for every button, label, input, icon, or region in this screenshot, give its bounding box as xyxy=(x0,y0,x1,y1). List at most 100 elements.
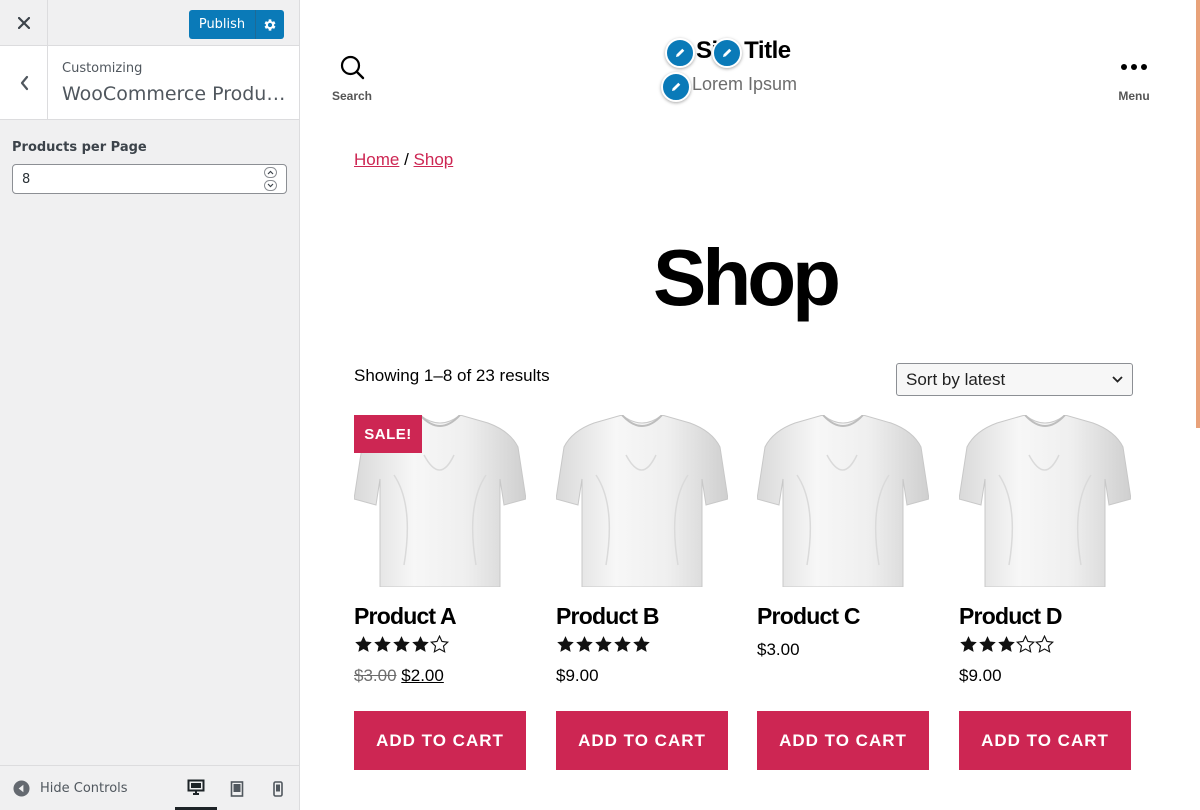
desktop-icon xyxy=(187,779,205,795)
star-rating xyxy=(959,635,1054,657)
pencil-icon xyxy=(676,48,685,57)
orderby-select[interactable]: Sort by latest xyxy=(896,363,1133,396)
section-title: WooCommerce Product Catalog xyxy=(62,83,292,105)
breadcrumb-separator: / xyxy=(399,150,414,169)
star-empty-icon xyxy=(1035,635,1054,653)
menu-label: Menu xyxy=(1118,89,1150,103)
star-empty-icon xyxy=(430,635,449,653)
add-to-cart-button[interactable]: ADD TO CART xyxy=(556,711,728,770)
close-customizer-button[interactable] xyxy=(0,0,48,45)
product-price: $9.00 xyxy=(959,666,1002,686)
star-filled-icon xyxy=(374,636,391,652)
add-to-cart-button[interactable]: ADD TO CART xyxy=(354,711,526,770)
customizer-header: Publish xyxy=(0,0,299,46)
search-toggle[interactable]: Search xyxy=(330,55,374,103)
product-card: Product C $3.00 ADD TO CART xyxy=(757,415,929,770)
edit-site-title-shortcut-2[interactable] xyxy=(712,38,742,68)
product-title[interactable]: Product B xyxy=(556,603,660,630)
breadcrumb-shop[interactable]: Shop xyxy=(414,150,454,169)
publish-group: Publish xyxy=(189,10,284,39)
close-icon xyxy=(17,16,30,29)
site-preview: Search Site Title Lorem Ipsum Menu Home … xyxy=(300,0,1200,810)
device-mobile-button[interactable] xyxy=(257,766,299,810)
products-per-page-input[interactable] xyxy=(12,164,287,194)
edit-site-title-shortcut[interactable] xyxy=(665,38,695,68)
menu-toggle[interactable]: Menu xyxy=(1112,55,1156,103)
product-image[interactable] xyxy=(757,415,929,587)
preview-scrollbar[interactable] xyxy=(1196,0,1200,428)
star-filled-icon xyxy=(614,636,631,652)
regular-price: $3.00 xyxy=(354,666,397,685)
section-header: Customizing WooCommerce Product Catalog xyxy=(0,46,299,120)
back-button[interactable] xyxy=(0,46,48,119)
result-count: Showing 1–8 of 23 results xyxy=(354,366,550,385)
search-icon xyxy=(340,55,364,80)
price-amount: $9.00 xyxy=(556,666,599,685)
product-image[interactable]: SALE! xyxy=(354,415,526,587)
publish-settings-button[interactable] xyxy=(255,10,284,39)
device-tablet-button[interactable] xyxy=(216,766,258,810)
product-price: $3.00 xyxy=(757,640,800,660)
product-image[interactable] xyxy=(556,415,728,587)
chevron-down-icon xyxy=(267,183,274,188)
sale-badge: SALE! xyxy=(354,415,422,453)
tablet-icon xyxy=(230,780,244,797)
star-filled-icon xyxy=(393,636,410,652)
gear-icon xyxy=(264,18,276,31)
device-desktop-button[interactable] xyxy=(175,766,217,810)
breadcrumb: Home / Shop xyxy=(354,150,453,170)
product-price: $9.00 xyxy=(556,666,599,686)
product-card: Product B $9.00 ADD TO CART xyxy=(556,415,728,770)
site-description: Lorem Ipsum xyxy=(692,74,798,94)
mobile-icon xyxy=(273,780,283,797)
tshirt-image xyxy=(959,415,1131,587)
orderby-selected: Sort by latest xyxy=(906,369,1006,389)
star-filled-icon xyxy=(576,636,593,652)
star-filled-icon xyxy=(595,636,612,652)
star-filled-icon xyxy=(557,636,574,652)
product-title[interactable]: Product A xyxy=(354,603,457,630)
search-label: Search xyxy=(331,89,373,103)
product-card: SALE! Product A $3.00 $2.00 ADD TO CART xyxy=(354,415,526,770)
breadcrumb-home[interactable]: Home xyxy=(354,150,399,169)
collapse-icon xyxy=(13,780,30,797)
star-filled-icon xyxy=(412,636,429,652)
hide-controls-label: Hide Controls xyxy=(40,781,128,796)
sale-price: $2.00 xyxy=(401,666,444,685)
star-rating xyxy=(354,635,449,657)
products-per-page-label: Products per Page xyxy=(12,140,147,155)
star-rating xyxy=(556,635,651,657)
spinner-up-button[interactable] xyxy=(264,167,277,178)
pencil-icon xyxy=(672,82,681,91)
edit-tagline-shortcut[interactable] xyxy=(661,72,691,102)
customizer-sidebar: Publish Customizing WooCommerce Product … xyxy=(0,0,300,810)
star-filled-icon xyxy=(633,636,650,652)
product-card: Product D $9.00 ADD TO CART xyxy=(959,415,1131,770)
star-filled-icon xyxy=(355,636,372,652)
star-empty-icon xyxy=(1016,635,1035,653)
product-image[interactable] xyxy=(959,415,1131,587)
pencil-icon xyxy=(723,48,732,57)
chevron-up-icon xyxy=(267,170,274,175)
add-to-cart-button[interactable]: ADD TO CART xyxy=(959,711,1131,770)
number-spinner xyxy=(264,167,277,191)
price-amount: $9.00 xyxy=(959,666,1002,685)
add-to-cart-button[interactable]: ADD TO CART xyxy=(757,711,929,770)
menu-dots-icon xyxy=(1121,64,1147,70)
star-filled-icon xyxy=(998,636,1015,652)
customizing-label: Customizing xyxy=(62,61,143,76)
chevron-down-icon xyxy=(1112,376,1123,383)
spinner-down-button[interactable] xyxy=(264,180,277,191)
product-title[interactable]: Product D xyxy=(959,603,1063,630)
site-title[interactable]: Site Title xyxy=(696,37,791,65)
tshirt-image xyxy=(556,415,728,587)
page-title: Shop xyxy=(653,233,841,322)
chevron-left-icon xyxy=(20,75,28,90)
price-amount: $3.00 xyxy=(757,640,800,659)
product-title[interactable]: Product C xyxy=(757,603,861,630)
tshirt-image xyxy=(757,415,929,587)
publish-button[interactable]: Publish xyxy=(189,10,255,39)
hide-controls-button[interactable]: Hide Controls xyxy=(13,780,128,797)
customizer-footer: Hide Controls xyxy=(0,765,299,810)
product-price: $3.00 $2.00 xyxy=(354,666,444,686)
